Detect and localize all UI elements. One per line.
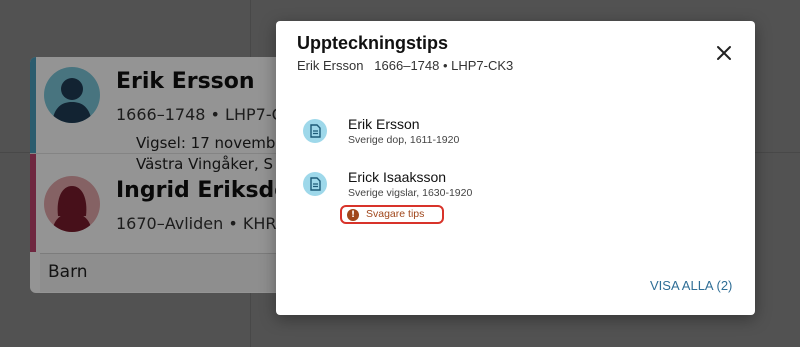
hint-source: Sverige dop, 1611-1920 [348, 134, 460, 146]
hint-name[interactable]: Erik Ersson [348, 116, 420, 132]
info-alert-icon: ! [347, 209, 359, 221]
weak-hint-label: Svagare tips [366, 208, 425, 220]
close-button[interactable] [713, 42, 735, 64]
hint-name[interactable]: Erick Isaaksson [348, 169, 446, 185]
record-hints-dialog: Uppteckningstips Erik Ersson 1666–1748 •… [276, 21, 755, 315]
dialog-title: Uppteckningstips [297, 33, 449, 53]
dialog-subtitle: Erik Ersson 1666–1748 • LHP7-CK3 [297, 58, 514, 73]
close-icon [717, 46, 731, 60]
show-all-link[interactable]: VISA ALLA (2) [650, 278, 732, 293]
weak-hint-badge: ! Svagare tips [340, 205, 444, 224]
hint-source: Sverige vigslar, 1630-1920 [348, 187, 473, 199]
record-document-icon [303, 119, 327, 143]
hint-item[interactable]: Erik Ersson Sverige dop, 1611-1920 [276, 113, 755, 161]
hint-item[interactable]: Erick Isaaksson Sverige vigslar, 1630-19… [276, 166, 755, 224]
record-document-icon [303, 172, 327, 196]
